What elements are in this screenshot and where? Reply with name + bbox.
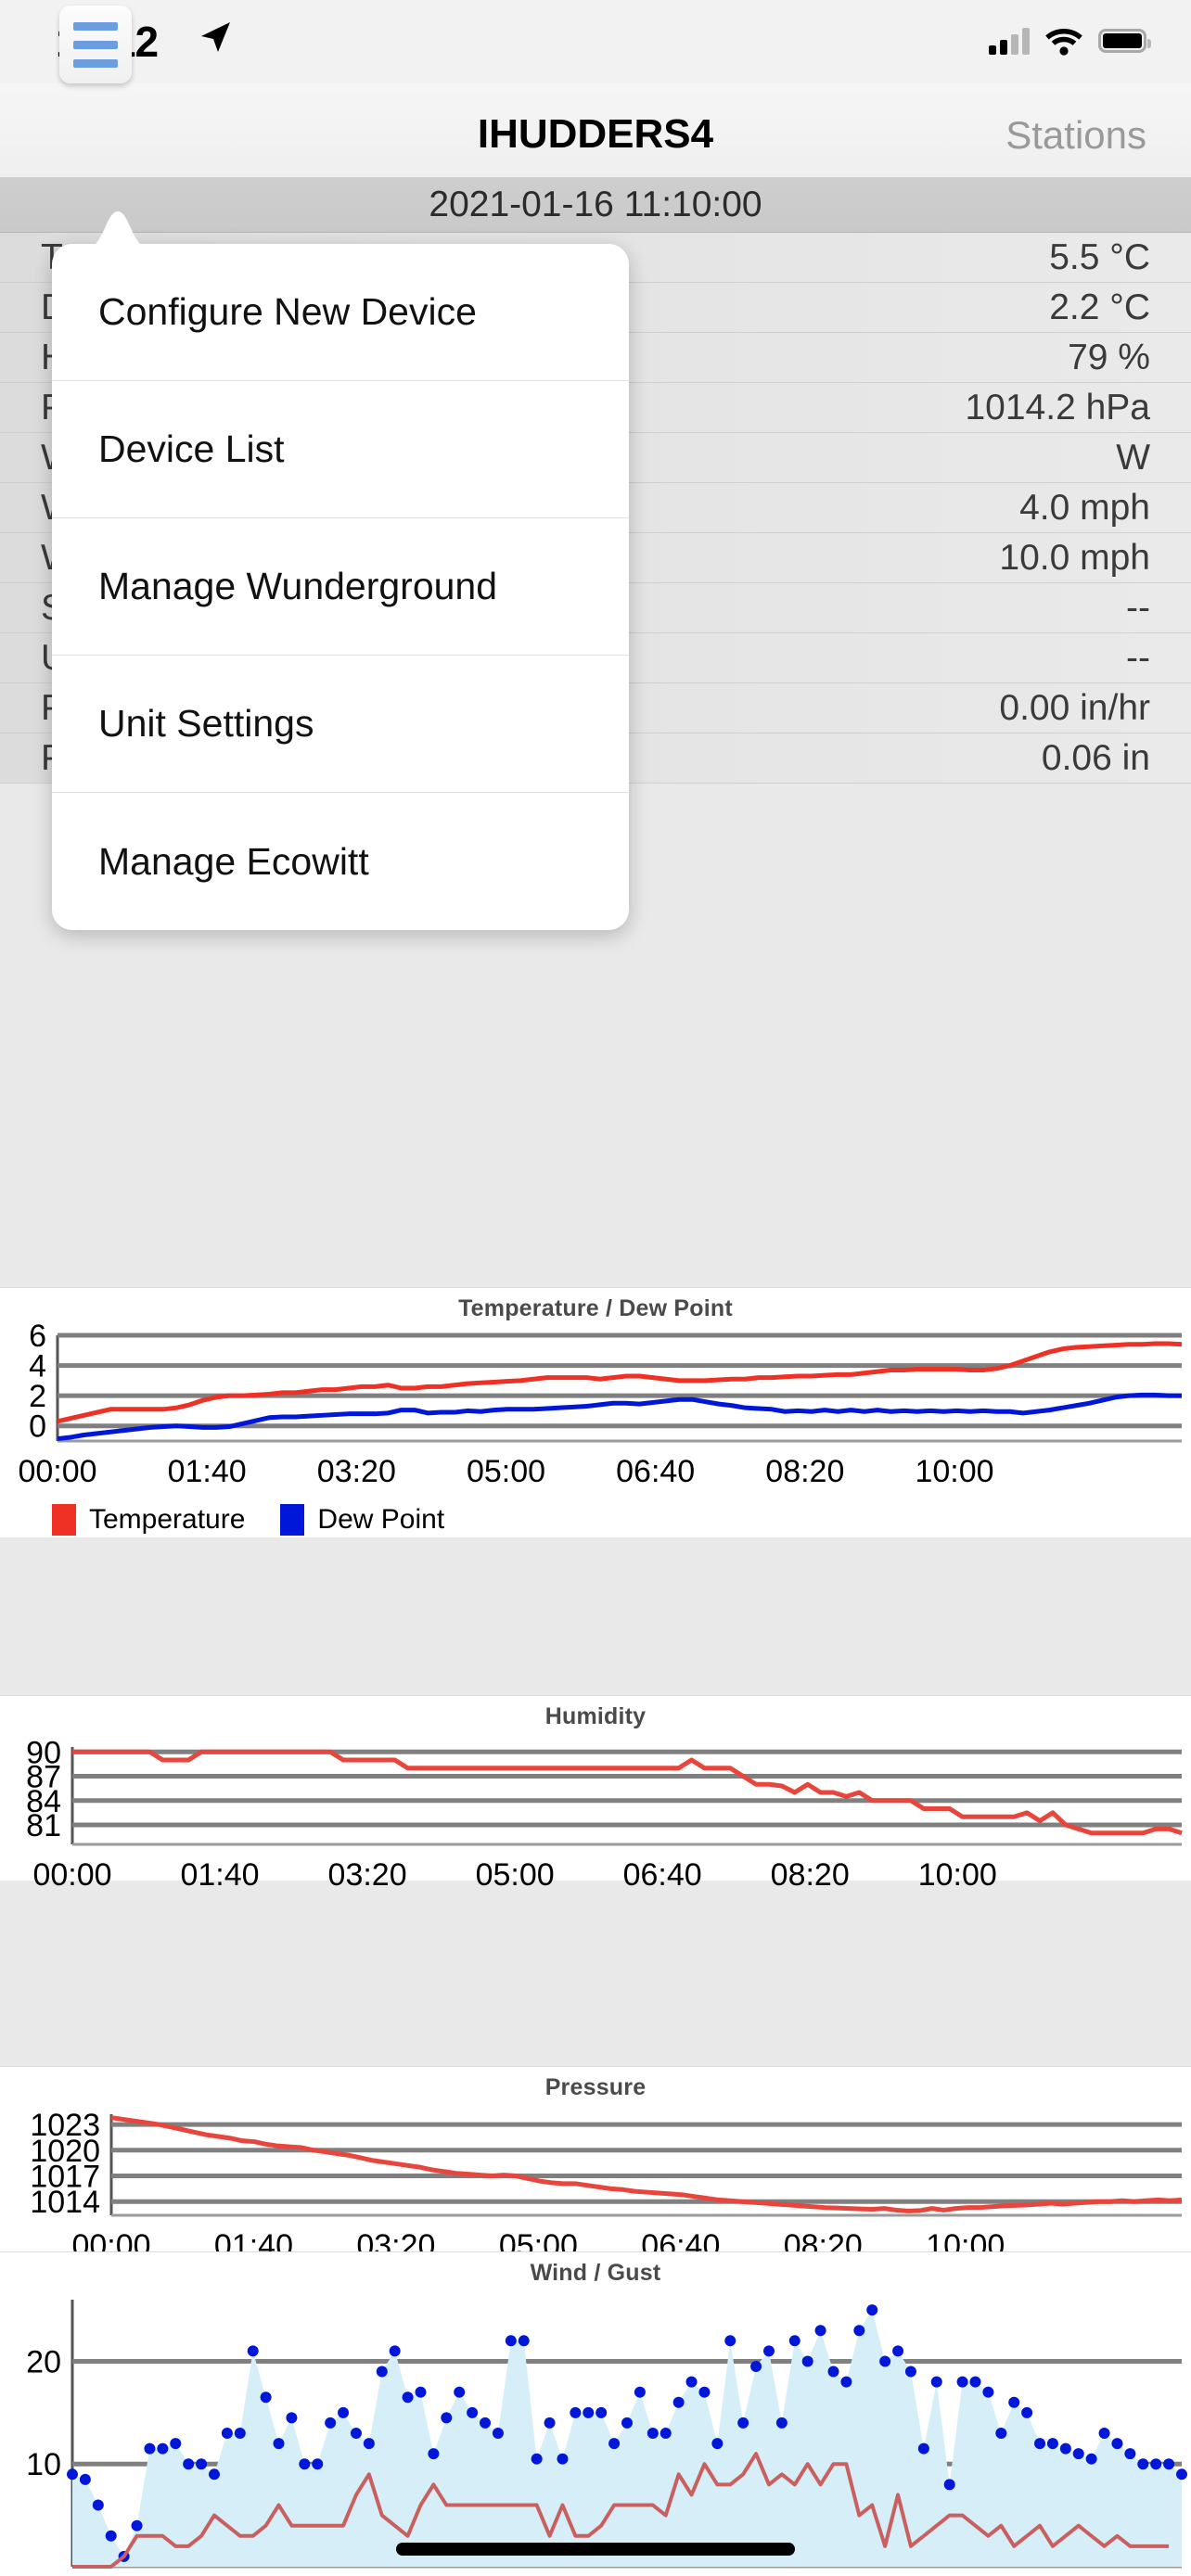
svg-text:08:20: 08:20 <box>771 1857 850 1893</box>
chart-plot-area: 0246 00:00 01:40 03:20 05:00 06:40 08:20 10:00 <box>18 1322 1183 1489</box>
svg-text:10:00: 10:00 <box>915 1454 993 1489</box>
row-value: 1014.2 hPa <box>965 387 1150 427</box>
chart-plot-area: 8184879000:00 01:40 03:20 05:00 06:40 08:20 10… <box>26 1735 1183 1893</box>
chart-temperature-dewpoint: Temperature / Dew Point 0 2 4 6 00:00 01:40 03… <box>0 1287 1191 1537</box>
main-dropdown-menu: Configure New Device Device List Manage … <box>52 244 629 930</box>
svg-text:08:20: 08:20 <box>765 1454 844 1489</box>
menu-item-label: Device List <box>98 427 285 470</box>
battery-full-icon <box>1098 29 1151 53</box>
svg-text:4: 4 <box>29 1349 46 1384</box>
chart-pressure: Pressure 1014 1017 1020 1023 00:00 01:40 03:20… <box>0 2066 1191 2264</box>
menu-item-device-list[interactable]: Device List <box>52 381 629 518</box>
chart-legend: Temperature Dew Point <box>0 1504 1191 1536</box>
chart-wind-gust: Wind / Gust 102000:0001:4003:2005:0006:4… <box>0 2251 1191 2576</box>
legend-swatch-dewpoint <box>280 1504 305 1536</box>
svg-text:1023: 1023 <box>30 2108 100 2143</box>
status-bar: 11:12 <box>0 0 1191 83</box>
row-value: -- <box>1126 587 1150 628</box>
svg-text:10: 10 <box>26 2447 61 2482</box>
svg-text:20: 20 <box>26 2344 61 2379</box>
svg-text:03:20: 03:20 <box>328 1857 407 1893</box>
chart-title: Wind / Gust <box>530 2260 661 2286</box>
svg-text:06:40: 06:40 <box>616 1454 695 1489</box>
home-indicator <box>396 2543 795 2556</box>
row-value: 5.5 °C <box>1049 236 1150 277</box>
svg-text:00:00: 00:00 <box>18 1454 96 1489</box>
svg-text:90: 90 <box>26 1735 61 1770</box>
svg-text:6: 6 <box>29 1322 46 1354</box>
row-value: -- <box>1126 637 1150 678</box>
menu-item-label: Unit Settings <box>98 702 314 745</box>
menu-item-label: Manage Ecowitt <box>98 839 369 883</box>
chart-title: Humidity <box>544 1703 647 1729</box>
chart-title: Temperature / Dew Point <box>458 1295 733 1321</box>
svg-text:05:00: 05:00 <box>467 1454 545 1489</box>
legend-item-dewpoint: Dew Point <box>280 1504 444 1536</box>
menu-item-label: Manage Wunderground <box>98 565 498 607</box>
chart-title: Pressure <box>544 2074 647 2100</box>
svg-text:10:00: 10:00 <box>918 1857 997 1893</box>
legend-label: Temperature <box>89 1504 246 1535</box>
svg-text:2: 2 <box>29 1379 46 1414</box>
row-value: 10.0 mph <box>999 537 1150 578</box>
wifi-icon <box>1045 29 1082 56</box>
dropdown-pointer-arrow <box>85 211 150 249</box>
svg-text:01:40: 01:40 <box>168 1454 247 1489</box>
navigation-bar: IHUDDERS4 Stations <box>0 83 1191 178</box>
menu-item-unit-settings[interactable]: Unit Settings <box>52 656 629 793</box>
menu-item-manage-ecowitt[interactable]: Manage Ecowitt <box>52 793 629 930</box>
menu-item-label: Configure New Device <box>98 290 477 333</box>
row-value: 79 % <box>1068 337 1150 377</box>
row-value: W <box>1116 437 1150 478</box>
menu-item-manage-wunderground[interactable]: Manage Wunderground <box>52 518 629 656</box>
status-bar-indicators <box>989 22 1151 59</box>
observation-timestamp: 2021-01-16 11:10:00 <box>0 178 1191 233</box>
legend-label: Dew Point <box>317 1504 445 1535</box>
stations-button[interactable]: Stations <box>1005 113 1146 158</box>
row-value: 0.06 in <box>1041 737 1150 778</box>
svg-text:00:00: 00:00 <box>32 1857 111 1893</box>
svg-text:03:20: 03:20 <box>317 1454 396 1489</box>
row-value: 2.2 °C <box>1049 287 1150 327</box>
menu-item-configure-new-device[interactable]: Configure New Device <box>52 244 629 381</box>
chart-humidity: Humidity 81 84 87 90 00:00 01:40 03:20 05:00 06:… <box>0 1695 1191 1893</box>
legend-item-temperature: Temperature <box>52 1504 245 1536</box>
row-value: 4.0 mph <box>1019 487 1150 528</box>
chart-plot-area: 102000:0001:4003:2005:0006:4008:2010:00 <box>26 2300 1187 2569</box>
hamburger-menu-icon[interactable] <box>59 6 132 83</box>
svg-text:0: 0 <box>29 1409 46 1445</box>
location-arrow-icon <box>201 22 230 52</box>
svg-text:06:40: 06:40 <box>623 1857 702 1893</box>
row-value: 0.00 in/hr <box>999 687 1150 728</box>
cellular-signal-icon <box>989 27 1030 55</box>
chart-plot-area: 101410171020102300:00 01:40 03:20 05:00 06:4… <box>30 2108 1183 2264</box>
svg-text:01:40: 01:40 <box>180 1857 259 1893</box>
svg-text:05:00: 05:00 <box>476 1857 555 1893</box>
legend-swatch-temperature <box>52 1504 76 1536</box>
